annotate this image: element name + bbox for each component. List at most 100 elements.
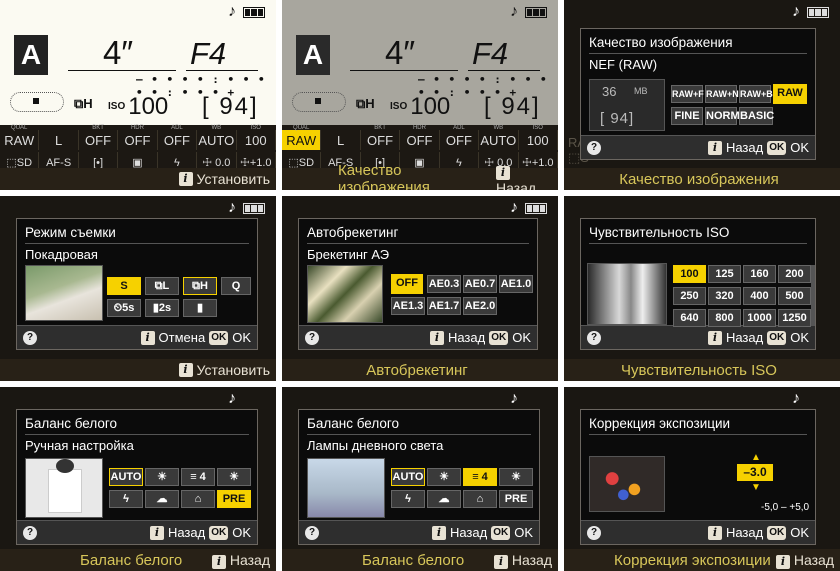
quick-cell[interactable]: ISO 100 [519,125,558,150]
iso-option[interactable]: 125 [708,265,741,283]
opt-remote-2s[interactable]: ▮2s [145,299,179,317]
info-icon: i [775,554,790,569]
wb-option[interactable]: ⌂ [181,490,215,508]
iso-display: ISO 100 [390,93,451,120]
ok-button[interactable]: OK [232,525,251,540]
down-arrow-icon[interactable]: ▼ [751,482,761,493]
back-button[interactable]: Назад [726,525,763,540]
opt-self-timer[interactable]: ⏲5s [107,299,141,317]
panel-white-balance-fluorescent: ♪ Баланс белого Лампы дневного света ? i Н… [282,387,558,571]
quick-cell[interactable]: QUAL RAW [0,125,40,150]
cancel-button[interactable]: Отмена [159,330,206,345]
iso-option[interactable]: 100 [673,265,706,283]
iso-option[interactable]: 400 [743,287,776,305]
back-button[interactable]: Назад [726,330,763,345]
iso-option[interactable]: 200 [778,265,811,283]
wb-option[interactable]: AUTO [109,468,143,486]
opt-continuous-low[interactable]: ⧉L [145,277,179,295]
opt-quiet[interactable]: Q [221,277,251,295]
wb-option[interactable]: AUTO [391,468,425,486]
help-icon[interactable]: ? [587,140,601,155]
iso-option[interactable]: 500 [778,287,811,305]
quick-cell[interactable]: BKT OFF [361,125,401,150]
wb-option[interactable]: ϟ [391,490,425,508]
setting-name: Качество изображения [338,162,430,190]
opt-bkt-off[interactable]: OFF [391,274,423,294]
back-button[interactable]: Назад [168,525,205,540]
back-label[interactable]: Назад [496,180,536,191]
opt-continuous-high[interactable]: ⧉H [183,277,217,295]
help-icon[interactable]: ? [587,525,601,540]
opt-ae1-0[interactable]: AE1.0 [499,275,533,293]
ok-button[interactable]: OK [512,330,531,345]
ok-button[interactable]: OK [790,140,809,155]
help-icon[interactable]: ? [587,330,601,345]
quick-cell[interactable]: L [39,130,79,150]
back-button[interactable]: Назад [726,140,763,155]
iso-option[interactable]: 1250 [778,309,811,327]
opt-ae2-0[interactable]: AE2.0 [463,297,497,315]
opt-single-frame[interactable]: S [107,277,141,295]
iso-option[interactable]: 320 [708,287,741,305]
opt-ae0-3[interactable]: AE0.3 [427,275,461,293]
help-icon[interactable]: ? [305,525,319,540]
iso-option[interactable]: 250 [673,287,706,305]
help-icon[interactable]: ? [23,525,37,540]
wb-option[interactable]: ≡ 4 [463,468,497,486]
quick-cell[interactable]: BKT OFF [79,125,119,150]
quick-cell[interactable]: HDR OFF [118,125,158,150]
back-label[interactable]: Назад [230,552,270,568]
opt-raw-fine[interactable]: RAW+F [671,85,704,103]
opt-norm[interactable]: NORM [705,107,740,125]
back-button[interactable]: Назад [448,330,485,345]
ok-button[interactable]: OK [232,330,251,345]
wb-option[interactable]: ☀ [145,468,179,486]
wb-option[interactable]: PRE [217,490,251,508]
opt-remote[interactable]: ▮ [183,299,217,317]
info-icon: i [149,525,164,540]
opt-raw-basic[interactable]: RAW+B [739,85,773,103]
wb-option[interactable]: ☀ [499,468,533,486]
opt-ae0-7[interactable]: AE0.7 [463,275,497,293]
opt-raw-norm[interactable]: RAW+N [705,85,739,103]
opt-basic[interactable]: BASIC [739,107,774,125]
help-icon[interactable]: ? [305,330,319,345]
wb-option[interactable]: ☀ [217,468,251,486]
scrollbar[interactable] [811,265,815,325]
quick-cell[interactable]: QUAL RAW [282,125,322,150]
wb-option[interactable]: ϟ [109,490,143,508]
help-icon[interactable]: ? [23,330,37,345]
opt-ae1-7[interactable]: AE1.7 [427,297,461,315]
quick-cell[interactable]: HDR OFF [400,125,440,150]
opt-fine[interactable]: FINE [671,107,703,125]
quick-cell[interactable]: ISO 100 [237,125,276,150]
back-label[interactable]: Назад [512,552,552,568]
quick-cell[interactable]: ADL OFF [440,125,480,150]
ok-button[interactable]: OK [790,330,809,345]
iso-option[interactable]: 160 [743,265,776,283]
wb-option[interactable]: PRE [499,490,533,508]
iso-option[interactable]: 800 [708,309,741,327]
quick-cell[interactable]: ADL OFF [158,125,198,150]
opt-raw[interactable]: RAW [773,84,807,104]
iso-option[interactable]: 640 [673,309,706,327]
back-button[interactable]: Назад [450,525,487,540]
quick-cell[interactable]: L [321,130,361,150]
iso-option[interactable]: 1000 [743,309,776,327]
opt-ae1-3[interactable]: AE1.3 [391,297,425,315]
wb-option[interactable]: ⌂ [463,490,497,508]
quick-cell[interactable]: WB AUTO [197,125,237,150]
quick-cell-label: BKT [92,125,104,131]
set-label[interactable]: Установить [197,171,270,187]
quick-cell[interactable]: WB AUTO [479,125,519,150]
set-label[interactable]: Установить [197,362,270,378]
ok-button[interactable]: OK [790,525,809,540]
wb-option[interactable]: ☁ [145,490,179,508]
wb-option[interactable]: ☀ [427,468,461,486]
back-label[interactable]: Назад [794,552,834,568]
up-arrow-icon[interactable]: ▲ [751,452,761,463]
wb-option[interactable]: ≡ 4 [181,468,215,486]
wb-option[interactable]: ☁ [427,490,461,508]
dialog-title: Коррекция экспозиции [589,416,807,435]
ok-button[interactable]: OK [514,525,533,540]
